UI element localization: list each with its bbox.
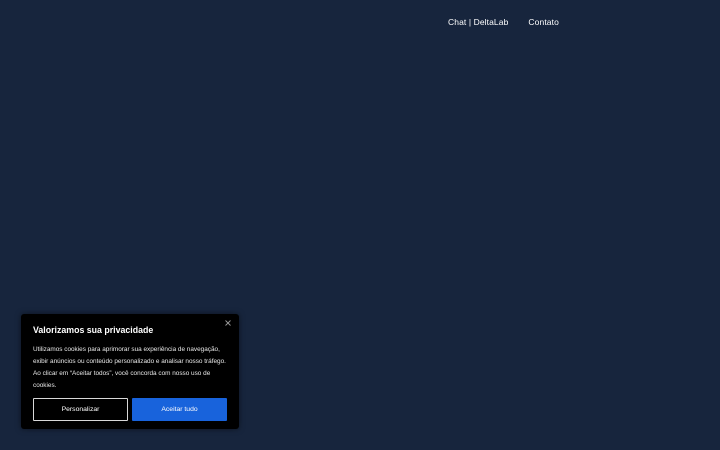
nav-link-contato[interactable]: Contato	[528, 16, 558, 28]
cookie-banner-actions: Personalizar Aceitar tudo	[33, 398, 227, 421]
customize-button[interactable]: Personalizar	[33, 398, 128, 421]
accept-all-button[interactable]: Aceitar tudo	[132, 398, 227, 421]
cookie-banner-title: Valorizamos sua privacidade	[33, 325, 154, 335]
nav-link-chat-deltalab[interactable]: Chat | DeltaLab	[448, 16, 508, 28]
cookie-banner-description: Utilizamos cookies para aprimorar sua ex…	[33, 346, 226, 389]
page: Chat | DeltaLab Contato Valorizamos sua …	[0, 0, 720, 450]
close-icon[interactable]	[223, 318, 233, 328]
top-navigation: Chat | DeltaLab Contato	[448, 16, 559, 28]
cookie-consent-banner: Valorizamos sua privacidade Utilizamos c…	[21, 314, 239, 429]
